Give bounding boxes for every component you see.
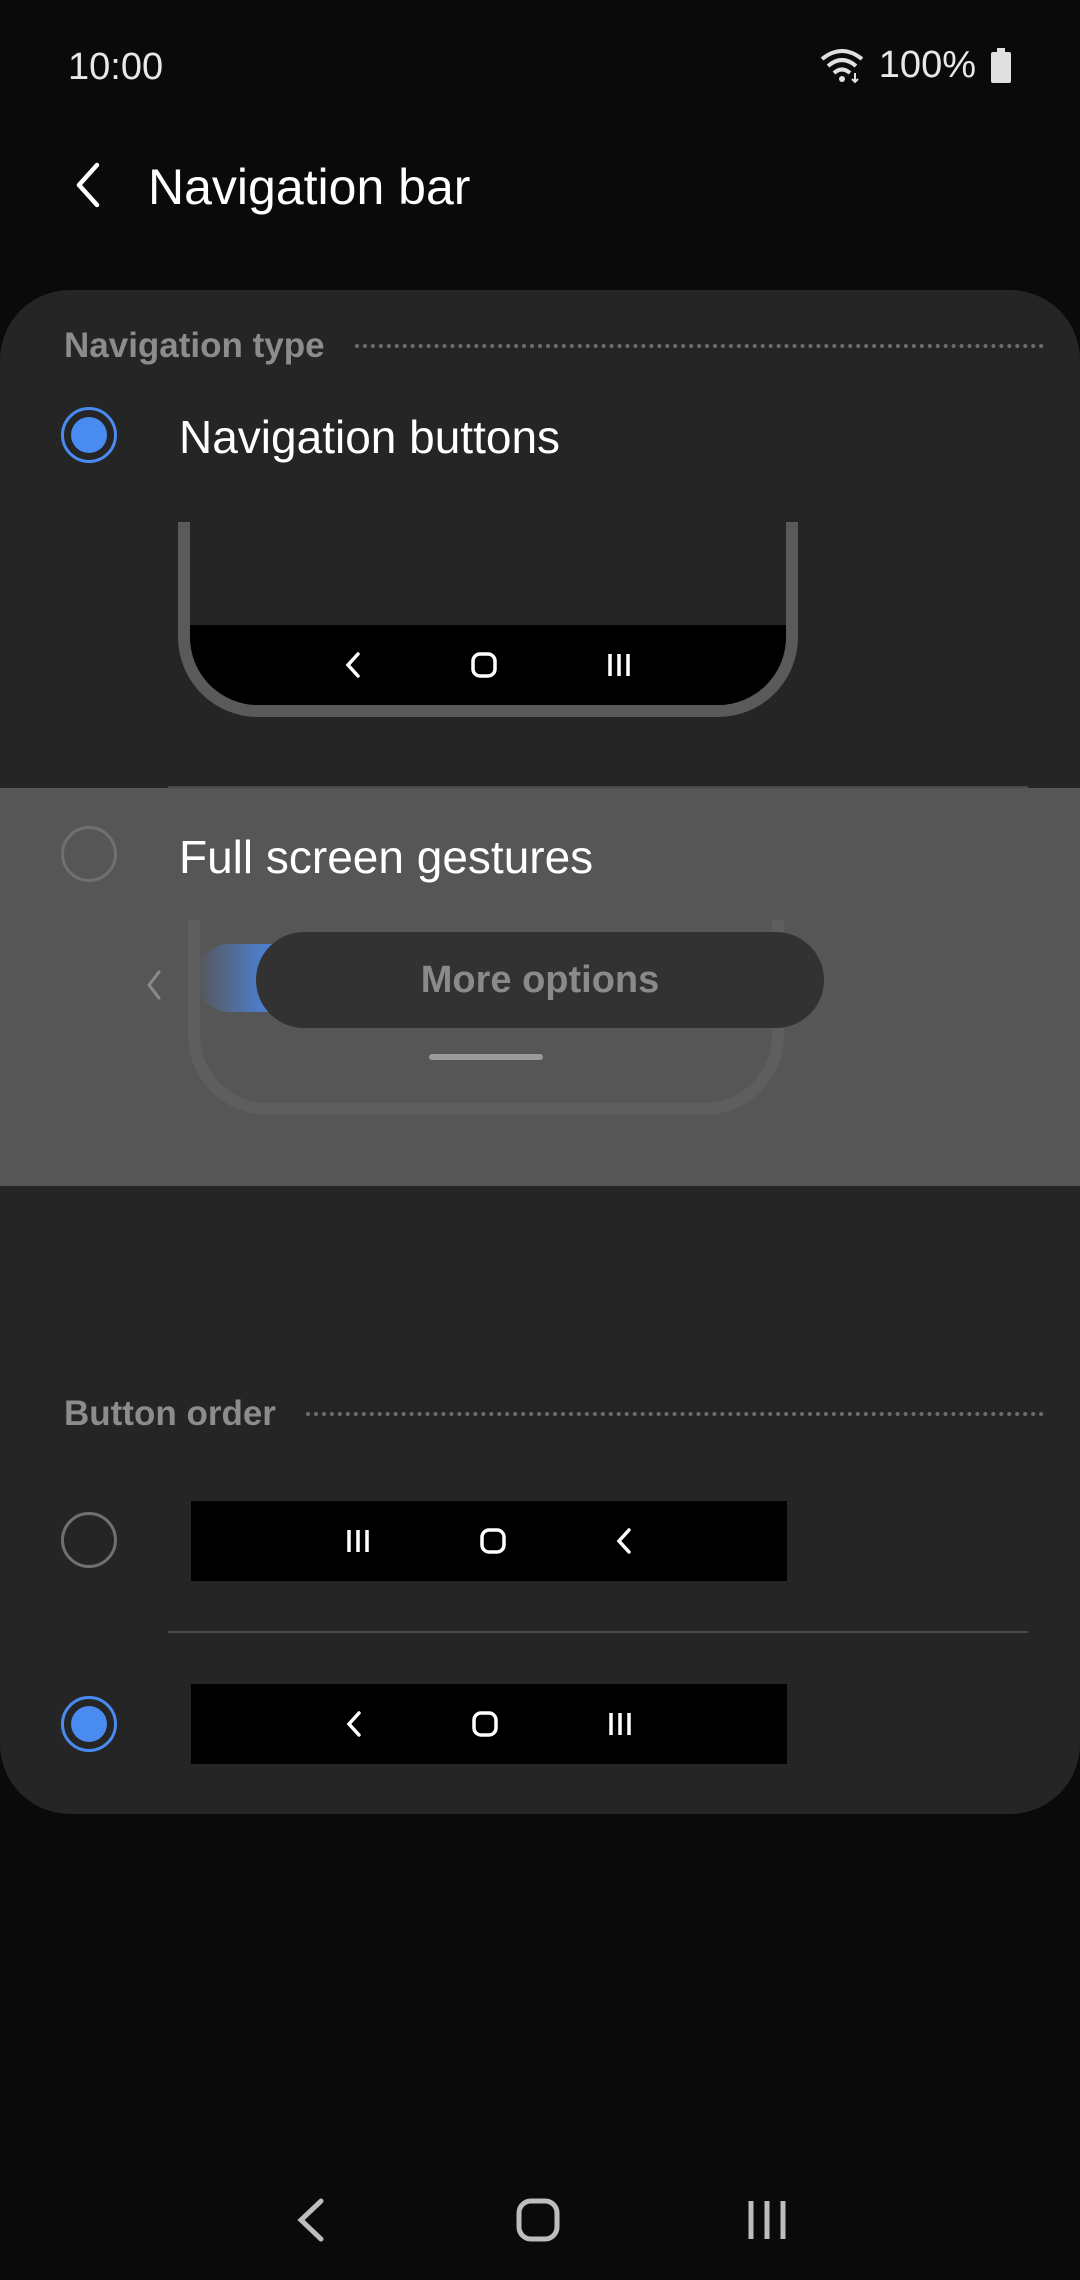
- button-order-preview-2: [191, 1684, 787, 1764]
- recents-icon: [608, 1713, 631, 1735]
- radio-button-order-1[interactable]: [61, 1512, 117, 1568]
- button-order-header: Button order: [64, 1394, 1044, 1434]
- wifi-icon: [820, 48, 864, 83]
- gesture-back-hint-icon: [147, 970, 161, 1000]
- home-icon: [480, 1528, 506, 1554]
- more-options-button[interactable]: More options: [256, 932, 824, 1028]
- section-divider: [354, 344, 1044, 348]
- system-recents-icon[interactable]: [745, 2197, 789, 2243]
- option-label: Navigation buttons: [179, 411, 561, 463]
- status-icons: 100%: [819, 44, 1012, 87]
- radio-button-order-2[interactable]: [61, 1696, 117, 1752]
- recents-icon: [607, 654, 630, 676]
- back-button[interactable]: [58, 150, 118, 220]
- button-order-option-2[interactable]: [0, 1664, 1080, 1784]
- option-navigation-buttons[interactable]: Navigation buttons: [0, 400, 1080, 540]
- section-divider: [305, 1412, 1044, 1416]
- button-order-option-1[interactable]: [0, 1480, 1080, 1600]
- system-home-icon[interactable]: [514, 2196, 562, 2244]
- button-order-preview-1: [191, 1501, 787, 1581]
- back-icon: [616, 1528, 631, 1554]
- option-label: Full screen gestures: [179, 831, 594, 883]
- back-icon: [346, 1711, 362, 1737]
- chevron-left-icon: [76, 162, 100, 208]
- page-title: Navigation bar: [148, 159, 471, 215]
- system-navigation-bar: [0, 2160, 1080, 2280]
- section-title-navigation-type: Navigation type: [64, 326, 325, 365]
- section-title-button-order: Button order: [64, 1394, 276, 1433]
- status-time: 10:00: [68, 46, 164, 88]
- preview-nav-strip: [190, 625, 786, 705]
- radio-full-screen-gestures[interactable]: [61, 826, 117, 882]
- home-icon: [472, 1711, 498, 1737]
- home-icon: [471, 652, 497, 678]
- radio-navigation-buttons[interactable]: [61, 407, 117, 463]
- battery-percent: 100%: [878, 44, 976, 86]
- recents-icon: [347, 1530, 370, 1552]
- divider: [168, 1631, 1028, 1633]
- navigation-buttons-preview[interactable]: [178, 522, 798, 717]
- system-back-icon[interactable]: [291, 2195, 331, 2245]
- navigation-type-header: Navigation type: [64, 326, 1044, 366]
- battery-icon: [991, 47, 1011, 83]
- back-icon: [345, 652, 361, 678]
- gesture-handle: [429, 1054, 543, 1060]
